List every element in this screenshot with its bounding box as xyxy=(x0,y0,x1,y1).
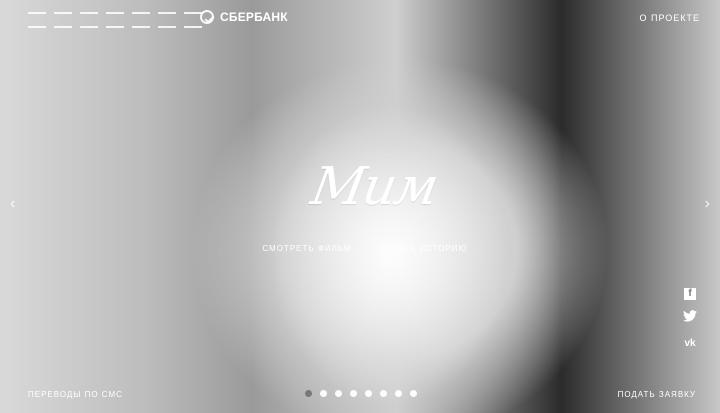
prev-slide-button[interactable]: ‹ xyxy=(10,196,15,212)
streets-logo-mark xyxy=(132,12,150,28)
watch-film-link[interactable]: СМОТРЕТЬ ФИЛЬМ xyxy=(262,244,351,253)
streets-logo-mark xyxy=(106,12,124,28)
carousel-dot[interactable] xyxy=(320,390,327,397)
vk-icon[interactable]: vk xyxy=(682,336,698,352)
streets-logo-mark xyxy=(28,12,46,28)
read-story-link[interactable]: ЧИТАТЬ ИСТОРИЮ xyxy=(380,244,468,253)
carousel-dot[interactable] xyxy=(380,390,387,397)
sms-transfers-link[interactable]: ПЕРЕВОДЫ ПО СМС xyxy=(28,390,123,399)
hero-stage: СБЕРБАНК О ПРОЕКТЕ ‹ › Мим СМОТРЕТЬ ФИЛЬ… xyxy=(0,0,720,413)
chevron-left-icon: ‹ xyxy=(10,195,16,212)
hero-actions: СМОТРЕТЬ ФИЛЬМ ЧИТАТЬ ИСТОРИЮ xyxy=(250,244,480,253)
carousel-dot[interactable] xyxy=(410,390,417,397)
sberbank-icon xyxy=(200,10,214,24)
streets-logo-mark xyxy=(158,12,176,28)
chevron-right-icon: › xyxy=(704,195,710,212)
sberbank-label: СБЕРБАНК xyxy=(220,10,288,24)
next-slide-button[interactable]: › xyxy=(705,196,710,212)
sberbank-logo[interactable]: СБЕРБАНК xyxy=(200,10,288,24)
top-bar: СБЕРБАНК О ПРОЕКТЕ xyxy=(0,0,720,40)
carousel-dot[interactable] xyxy=(350,390,357,397)
apply-link[interactable]: ПОДАТЬ ЗАЯВКУ xyxy=(618,390,696,399)
hero-title: Мим xyxy=(306,157,442,217)
facebook-icon[interactable]: f xyxy=(684,288,696,300)
carousel-dot[interactable] xyxy=(365,390,372,397)
about-project-link[interactable]: О ПРОЕКТЕ xyxy=(639,13,700,23)
social-links: f vk xyxy=(682,288,698,352)
streets-logo[interactable] xyxy=(28,12,202,28)
twitter-icon[interactable] xyxy=(682,310,698,326)
carousel-dot[interactable] xyxy=(335,390,342,397)
streets-logo-mark xyxy=(80,12,98,28)
carousel-dots xyxy=(305,390,417,397)
streets-logo-mark xyxy=(54,12,72,28)
carousel-dot[interactable] xyxy=(305,390,312,397)
carousel-dot[interactable] xyxy=(395,390,402,397)
